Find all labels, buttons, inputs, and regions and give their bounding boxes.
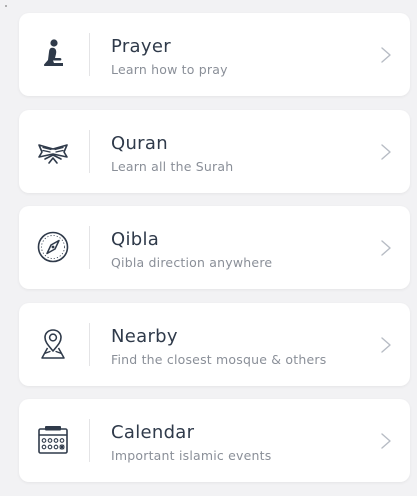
chevron-right-icon <box>380 336 392 354</box>
menu-item-prayer[interactable]: Prayer Learn how to pray <box>19 13 410 96</box>
card-divider <box>89 419 90 462</box>
menu-item-title: Quran <box>111 132 168 154</box>
menu-item-title: Prayer <box>111 36 171 57</box>
card-divider <box>89 33 90 76</box>
card-divider <box>89 226 90 269</box>
menu-item-text: Calendar Important islamic events <box>111 422 370 464</box>
menu-item-title: Nearby <box>111 325 178 347</box>
menu-item-subtitle: Learn all the Surah <box>111 158 234 174</box>
menu-item-subtitle: Find the closest mosque & others <box>111 351 327 367</box>
corner-dot <box>5 5 7 7</box>
menu-item-subtitle: Important islamic events <box>111 448 272 463</box>
menu-item-subtitle: Qibla direction anywhere <box>111 255 273 270</box>
menu-item-text: Qibla Qibla direction anywhere <box>111 229 370 271</box>
menu-item-text: Quran Learn all the Surah <box>111 133 370 175</box>
open-quran-icon <box>33 131 73 171</box>
praying-person-icon <box>33 34 73 74</box>
menu-item-text: Nearby Find the closest mosque & others <box>111 326 370 368</box>
chevron-right-icon <box>380 239 392 257</box>
location-pin-icon <box>33 324 73 364</box>
chevron-right-icon <box>380 46 392 64</box>
calendar-icon <box>33 420 73 460</box>
menu-item-text: Prayer Learn how to pray <box>111 36 370 78</box>
compass-icon <box>33 227 73 267</box>
menu-item-title: Calendar <box>111 422 195 443</box>
menu-item-title: Qibla <box>111 229 160 250</box>
menu-item-qibla[interactable]: Qibla Qibla direction anywhere <box>19 206 410 289</box>
card-divider <box>89 129 90 173</box>
feature-menu: Prayer Learn how to pray Quran Learn all… <box>19 13 410 496</box>
chevron-right-icon <box>380 143 392 161</box>
menu-item-nearby[interactable]: Nearby Find the closest mosque & others <box>19 302 410 386</box>
menu-item-calendar[interactable]: Calendar Important islamic events <box>19 399 410 482</box>
menu-item-subtitle: Learn how to pray <box>111 62 228 77</box>
menu-item-quran[interactable]: Quran Learn all the Surah <box>19 109 410 193</box>
card-divider <box>89 322 90 366</box>
chevron-right-icon <box>380 432 392 450</box>
